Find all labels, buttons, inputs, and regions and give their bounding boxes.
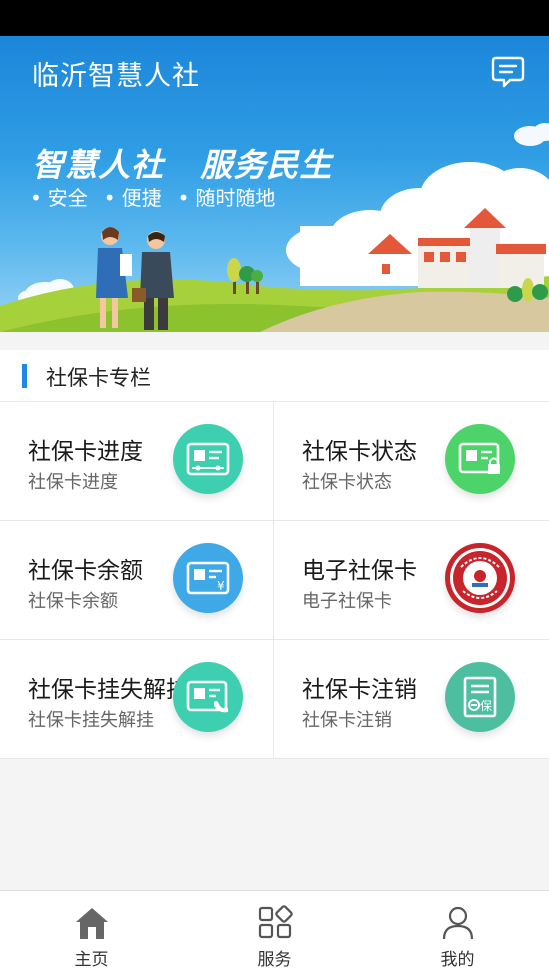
item-title: 社保卡余额 (28, 558, 143, 584)
card-progress-icon (173, 424, 243, 494)
item-subtitle: 社保卡注销 (302, 710, 392, 731)
card-report-loss-item[interactable]: 社保卡挂失解挂 社保卡挂失解挂 (0, 640, 274, 759)
card-balance-item[interactable]: 社保卡余额 社保卡余额 ¥ (0, 521, 274, 640)
services-grid-icon (258, 905, 293, 939)
app-screen: 临沂智慧人社 智慧人社 服务民生 安全 便捷 随时随地 社保卡专栏 社保卡进度 … (0, 0, 549, 976)
item-title: 电子社保卡 (302, 558, 417, 584)
item-subtitle: 社保卡状态 (302, 472, 392, 493)
card-cancel-icon: 保 (445, 662, 515, 732)
section-title: 社保卡专栏 (46, 366, 151, 390)
card-balance-icon: ¥ (173, 543, 243, 613)
item-title: 社保卡状态 (302, 439, 417, 465)
card-status-icon (445, 424, 515, 494)
tab-home[interactable]: 主页 (0, 891, 183, 976)
tab-profile[interactable]: 我的 (366, 891, 549, 976)
tab-label: 主页 (74, 950, 109, 970)
item-title: 社保卡进度 (28, 439, 143, 465)
e-social-card-icon (445, 543, 515, 613)
item-subtitle: 社保卡挂失解挂 (28, 710, 154, 731)
item-title: 社保卡挂失解挂 (28, 677, 189, 703)
message-icon[interactable] (490, 55, 526, 89)
e-social-card-item[interactable]: 电子社保卡 电子社保卡 (274, 521, 549, 640)
item-subtitle: 社保卡进度 (28, 472, 118, 493)
header-banner: 临沂智慧人社 智慧人社 服务民生 安全 便捷 随时随地 (0, 36, 549, 332)
item-subtitle: 社保卡余额 (28, 591, 118, 612)
banner-tag: 便捷 (104, 182, 162, 211)
card-service-grid: 社保卡进度 社保卡进度 社保卡状态 社保卡状态 社保卡余额 社保卡余额 ¥ 电子… (0, 402, 549, 759)
banner-tag: 随时随地 (178, 182, 275, 211)
card-status-item[interactable]: 社保卡状态 社保卡状态 (274, 402, 549, 521)
section-header: 社保卡专栏 (0, 350, 549, 402)
bottom-tab-bar: 主页 服务 我的 (0, 890, 549, 976)
card-cancel-item[interactable]: 社保卡注销 社保卡注销 保 (274, 640, 549, 759)
svg-text:保: 保 (480, 699, 492, 713)
tab-label: 我的 (440, 950, 475, 970)
item-title: 社保卡注销 (302, 677, 417, 703)
tab-services[interactable]: 服务 (183, 891, 366, 976)
item-subtitle: 电子社保卡 (302, 591, 392, 612)
card-report-loss-icon (173, 662, 243, 732)
svg-text:¥: ¥ (217, 579, 225, 593)
home-icon (75, 908, 108, 939)
section-accent-bar (22, 364, 27, 388)
banner-slogan: 智慧人社 服务民生 (32, 146, 333, 184)
card-progress-item[interactable]: 社保卡进度 社保卡进度 (0, 402, 274, 521)
app-title: 临沂智慧人社 (32, 61, 200, 92)
banner-tag: 安全 (30, 182, 88, 211)
profile-icon (442, 906, 473, 940)
status-bar (0, 0, 549, 36)
tab-label: 服务 (257, 950, 292, 970)
banner-tags: 安全 便捷 随时随地 (30, 182, 276, 211)
